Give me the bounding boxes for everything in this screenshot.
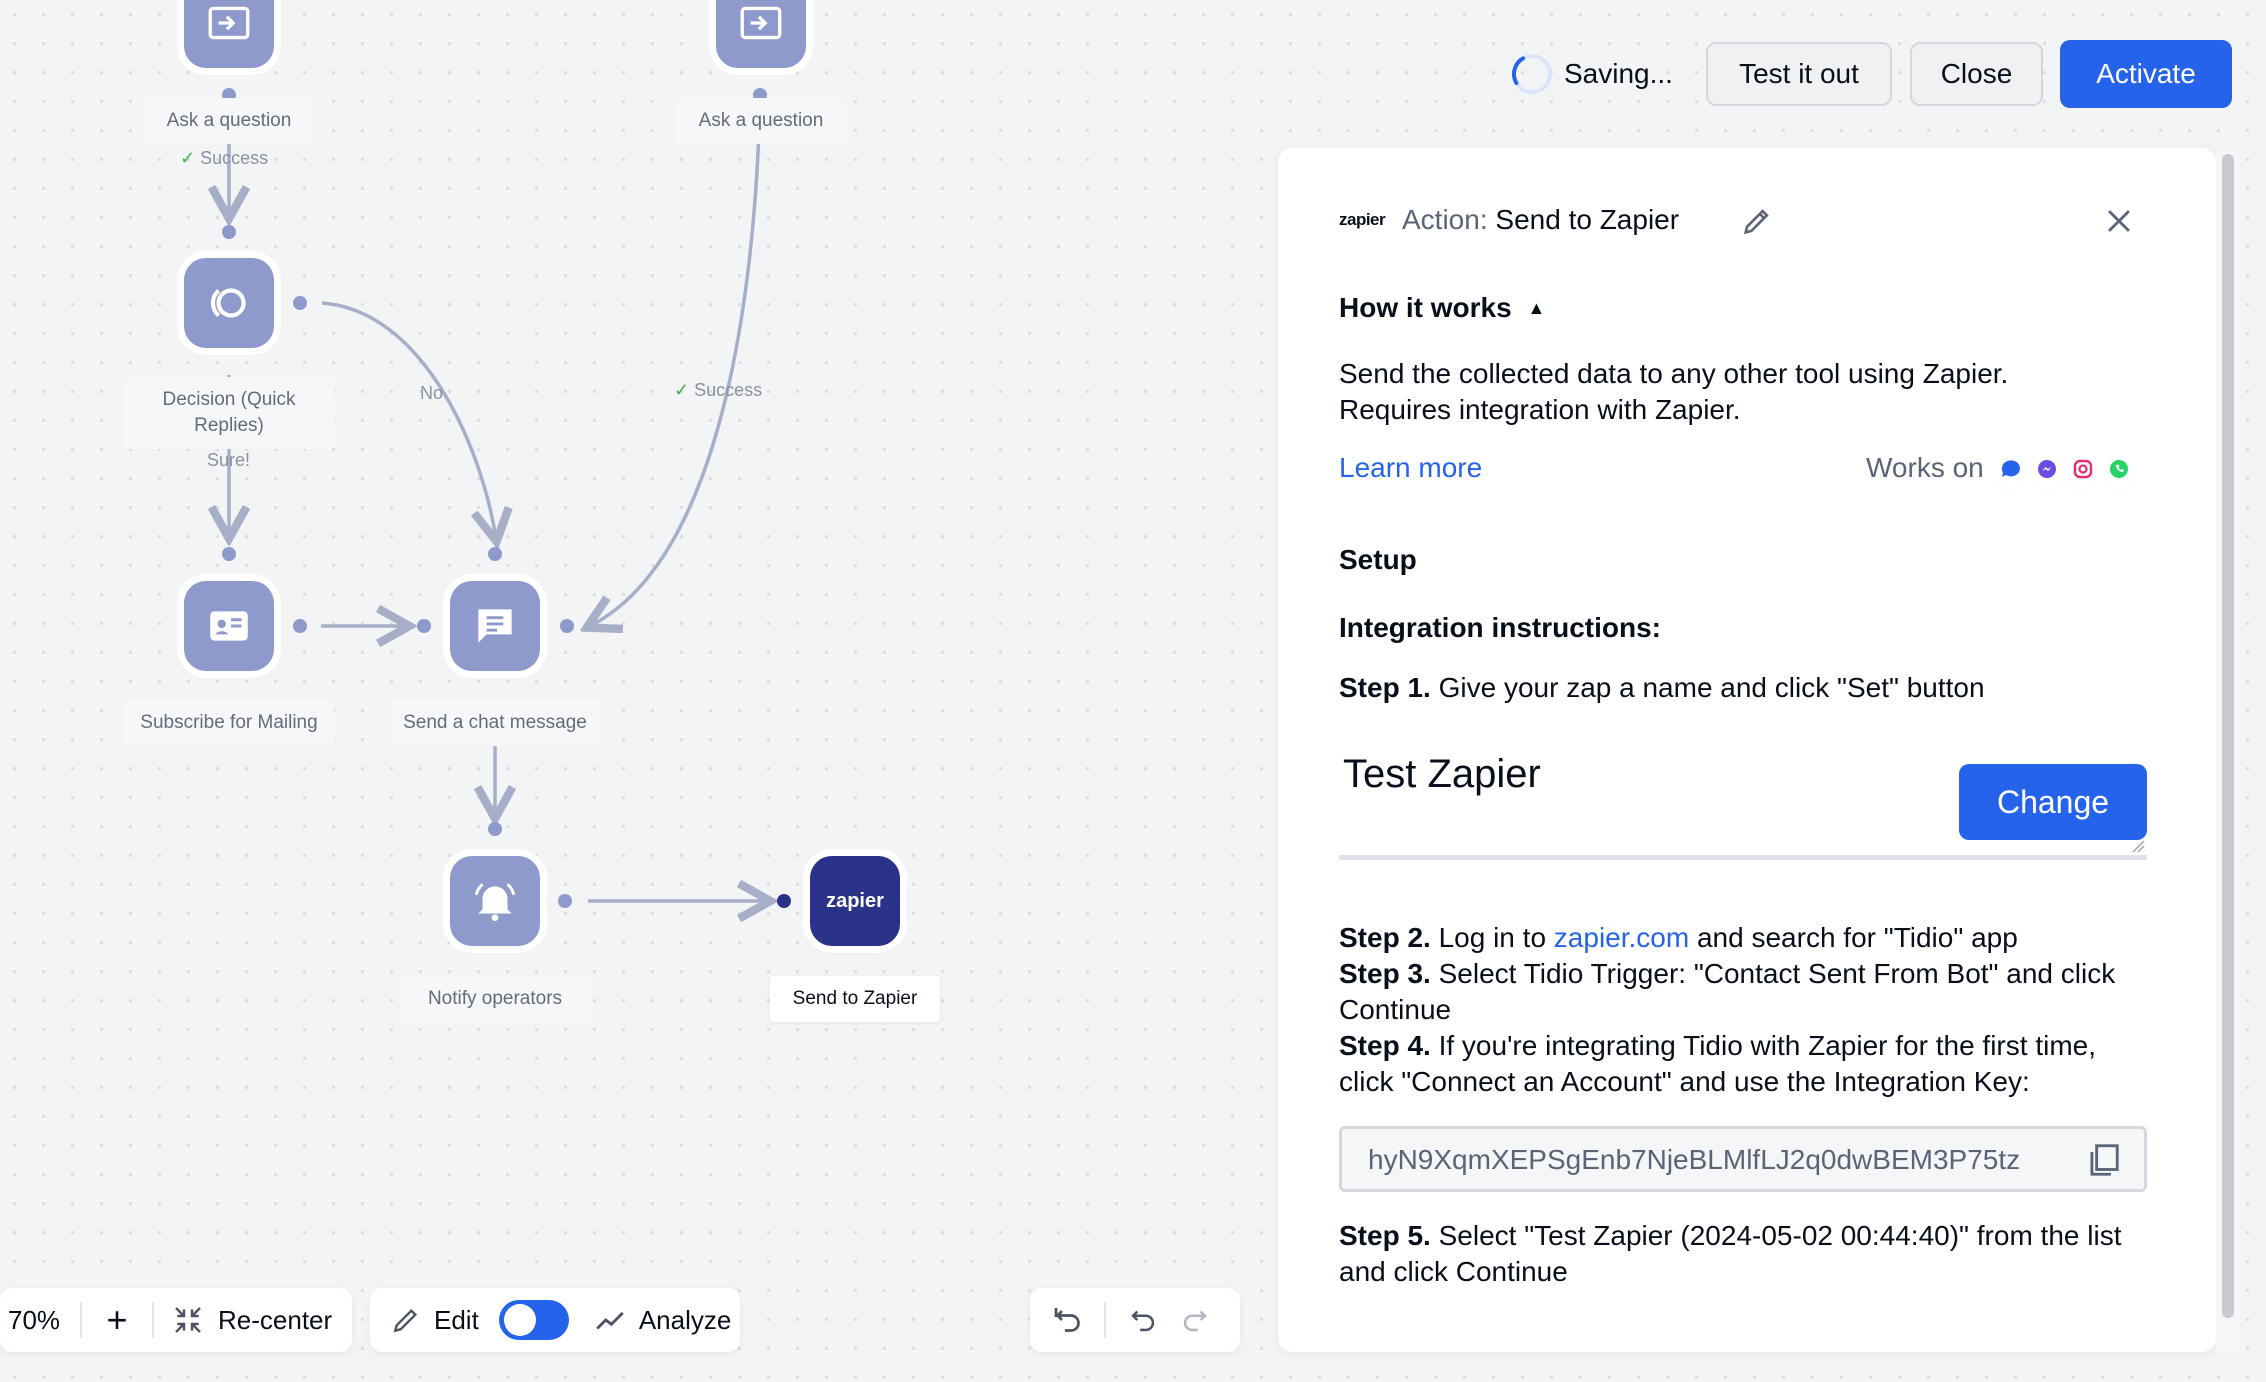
bell-icon: [474, 883, 516, 921]
setup-heading: Setup: [1339, 544, 1417, 575]
node-chat-message[interactable]: [450, 581, 540, 671]
connector-dot[interactable]: [222, 225, 236, 239]
connector-dot[interactable]: [488, 822, 502, 836]
node-label: Send to Zapier: [770, 976, 940, 1022]
node-ask-question-1[interactable]: [184, 0, 274, 68]
input-icon: [740, 6, 782, 40]
chat-bubble-icon: [1994, 452, 2028, 486]
scrollbar-thumb[interactable]: [2222, 154, 2234, 1318]
node-label: Decision (Quick Replies): [124, 377, 334, 449]
panel-title: Action: Send to Zapier: [1402, 204, 1680, 235]
description-line-1: Send the collected data to any other too…: [1339, 358, 2009, 389]
zapier-link[interactable]: zapier.com: [1554, 922, 1689, 953]
caret-up-icon: ▲: [1527, 298, 1546, 318]
learn-more-link[interactable]: Learn more: [1339, 450, 1482, 486]
test-it-out-button[interactable]: Test it out: [1706, 42, 1892, 106]
step-3-continued: Continue: [1339, 994, 1452, 1025]
step-5-continued: and click Continue: [1339, 1256, 1568, 1287]
analyze-label: Analyze: [638, 1304, 732, 1335]
connector-dot[interactable]: [293, 619, 307, 633]
redo-icon[interactable]: [1178, 1303, 1212, 1337]
node-subscribe[interactable]: [184, 581, 274, 671]
zapier-logo: zapier: [1339, 210, 1386, 229]
node-ask-question-2[interactable]: [716, 0, 806, 68]
contact-card-icon: [210, 611, 248, 641]
edge-label-no: No: [420, 383, 444, 403]
chat-icon: [478, 609, 512, 643]
spinner-icon: [1510, 52, 1554, 96]
step-2: Step 2. Log in to zapier.com and search …: [1339, 922, 2018, 953]
activate-button[interactable]: Activate: [2060, 40, 2232, 108]
step-4: Step 4. If you're integrating Tidio with…: [1339, 1030, 2096, 1061]
saving-status: Saving...: [1564, 58, 1673, 89]
input-icon: [208, 6, 250, 40]
zoom-in-button[interactable]: +: [82, 1302, 152, 1338]
node-label: Ask a question: [144, 98, 314, 144]
node-label: Subscribe for Mailing: [124, 700, 334, 746]
whatsapp-icon: [2102, 452, 2136, 486]
connector-dot[interactable]: [293, 296, 307, 310]
edit-pencil-icon[interactable]: [1740, 204, 1774, 238]
connector-dot[interactable]: [560, 619, 574, 633]
flow-connections: [0, 99, 1270, 1382]
node-send-to-zapier[interactable]: zapier: [810, 856, 900, 946]
undo-icon[interactable]: [1126, 1303, 1160, 1337]
action-panel: zapier Action: Send to Zapier How it wor…: [1278, 148, 2216, 1352]
panel-scrollbar[interactable]: [2216, 148, 2240, 1352]
close-icon[interactable]: [2102, 204, 2136, 238]
how-it-works-toggle[interactable]: How it works ▲: [1339, 290, 1545, 326]
integration-key-field[interactable]: hyN9XqmXEPSgEnb7NjeBLMlfLJ2q0dwBEM3P75tz: [1339, 1126, 2147, 1192]
step-4-continued: click "Connect an Account" and use the I…: [1339, 1066, 2030, 1097]
step-3: Step 3. Select Tidio Trigger: "Contact S…: [1339, 958, 2116, 989]
edge-label-success: ✓ Success: [674, 380, 763, 400]
node-label: Notify operators: [400, 976, 590, 1022]
connector-dot[interactable]: [222, 547, 236, 561]
node-notify-operators[interactable]: [450, 856, 540, 946]
node-label: Ask a question: [676, 98, 846, 144]
change-button[interactable]: Change: [1959, 764, 2147, 840]
mode-toolbar: Edit Analyze: [370, 1288, 740, 1352]
undo-all-icon[interactable]: [1050, 1302, 1086, 1338]
recenter-icon: [175, 1307, 201, 1333]
step-1: Step 1. Give your zap a name and click "…: [1339, 672, 1985, 703]
description-line-2: Requires integration with Zapier.: [1339, 394, 1741, 425]
channel-icons: [1994, 452, 2136, 486]
node-decision[interactable]: [184, 258, 274, 348]
copy-icon[interactable]: [2084, 1141, 2122, 1179]
edit-label: Edit: [434, 1304, 479, 1335]
edge-label-success: ✓ Success: [180, 148, 269, 168]
connector-dot[interactable]: [488, 547, 502, 561]
integration-heading: Integration instructions:: [1339, 612, 1661, 643]
zap-name-field[interactable]: Test Zapier Change: [1339, 728, 2147, 860]
zap-name-value: Test Zapier: [1343, 752, 1541, 796]
decision-icon: [210, 288, 246, 318]
connector-dot[interactable]: [777, 894, 791, 908]
zoom-toolbar: 70% + Re-center: [0, 1288, 352, 1352]
history-toolbar: [1030, 1288, 1240, 1352]
node-label: Send a chat message: [390, 700, 600, 746]
edit-analyze-toggle[interactable]: [498, 1300, 569, 1340]
works-on-label: Works on: [1866, 452, 1984, 483]
edge-label-sure: Sure!: [207, 450, 251, 470]
recenter-button[interactable]: Re-center: [172, 1304, 332, 1336]
chart-line-icon: [596, 1311, 624, 1330]
zoom-level: 70%: [8, 1304, 61, 1335]
pencil-icon: [393, 1308, 418, 1333]
connector-dot[interactable]: [558, 894, 572, 908]
resize-handle-icon[interactable]: [2131, 839, 2145, 853]
connector-dot[interactable]: [417, 619, 431, 633]
close-button[interactable]: Close: [1910, 42, 2043, 106]
instagram-icon: [2066, 452, 2100, 486]
step-5: Step 5. Select "Test Zapier (2024-05-02 …: [1339, 1220, 2122, 1251]
zapier-logo: zapier: [826, 889, 884, 912]
messenger-icon: [2030, 452, 2064, 486]
integration-key-value: hyN9XqmXEPSgEnb7NjeBLMlfLJ2q0dwBEM3P75tz: [1368, 1144, 2021, 1175]
